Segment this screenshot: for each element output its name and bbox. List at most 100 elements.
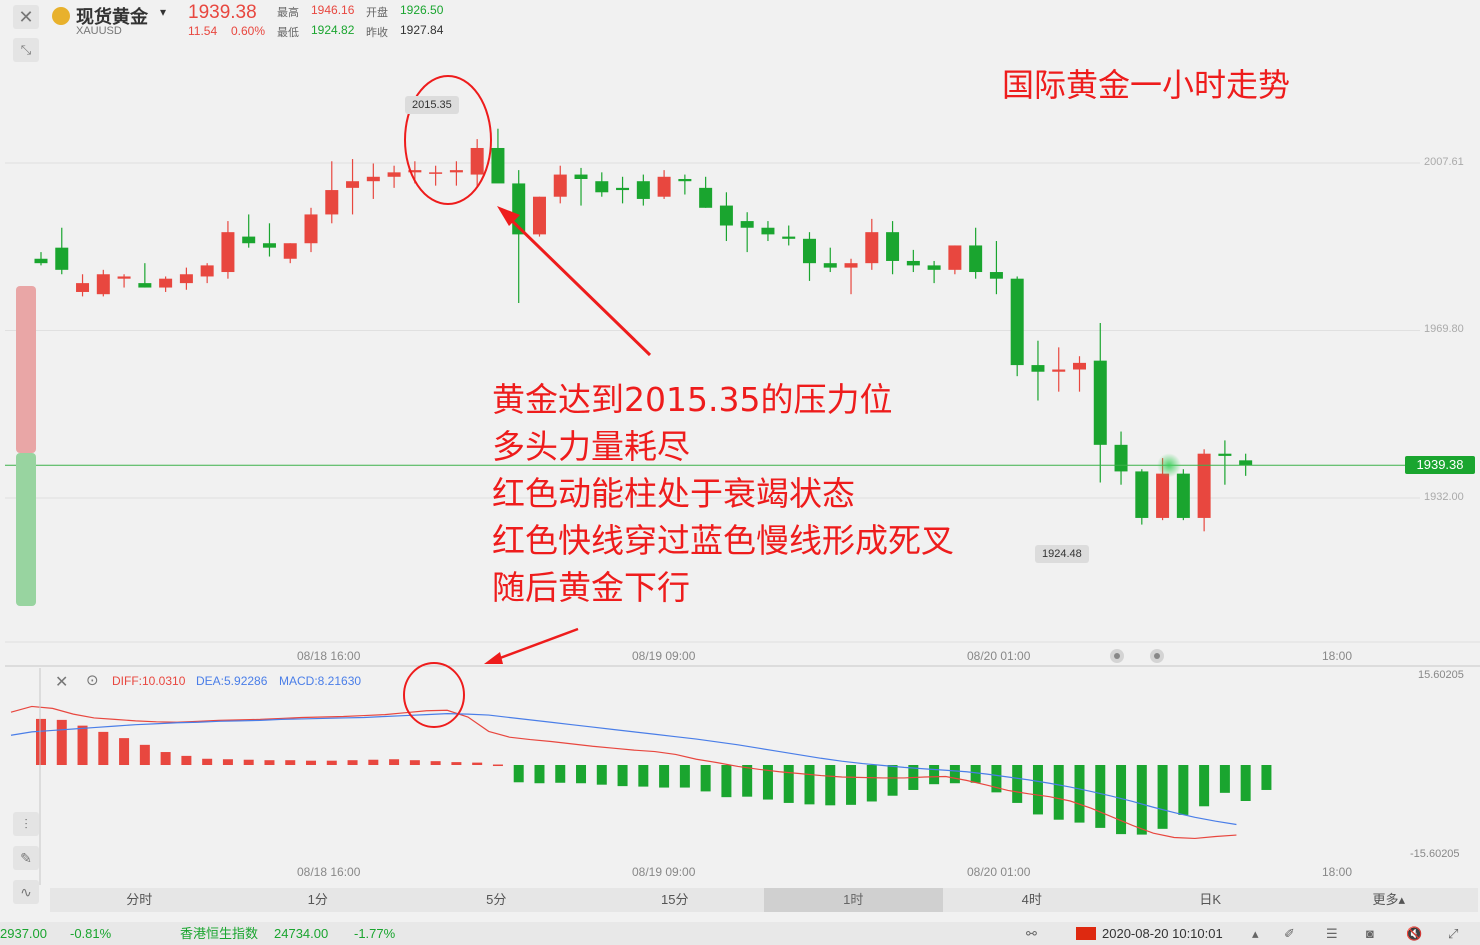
candle-body[interactable] bbox=[719, 205, 733, 226]
price-change: 11.54 bbox=[188, 24, 218, 38]
dropdown-icon[interactable]: ▴ bbox=[1252, 922, 1259, 945]
collapse-icon[interactable]: ⤡ bbox=[13, 38, 39, 62]
macd-histogram-bar bbox=[472, 762, 483, 765]
candle-body[interactable] bbox=[969, 245, 983, 273]
indicator-icon[interactable]: ⫶ bbox=[13, 812, 39, 836]
ticker-index-name[interactable]: 香港恒生指数 bbox=[180, 922, 258, 945]
china-flag-icon bbox=[1076, 927, 1096, 940]
tab-period-active[interactable]: 1时 bbox=[764, 888, 943, 912]
candle-body[interactable] bbox=[221, 232, 235, 273]
tab-period[interactable]: 4时 bbox=[943, 888, 1122, 912]
macd-close-icon[interactable]: ✕ bbox=[55, 672, 68, 692]
macd-settings-icon[interactable]: ⊙ bbox=[86, 671, 99, 689]
candle-body[interactable] bbox=[1197, 453, 1211, 518]
macd-histogram-bar bbox=[929, 765, 940, 785]
candle-body[interactable] bbox=[1135, 471, 1149, 518]
candle-body[interactable] bbox=[179, 274, 193, 284]
list-icon[interactable]: ☰ bbox=[1326, 922, 1338, 945]
candle-body[interactable] bbox=[283, 243, 297, 259]
macd-histogram-bar bbox=[306, 760, 317, 765]
annotation-arrow-main bbox=[501, 210, 652, 357]
tab-period[interactable]: 1分 bbox=[229, 888, 408, 912]
fullscreen-icon[interactable]: ⤢ bbox=[1448, 922, 1458, 945]
candle-body[interactable] bbox=[989, 272, 1003, 279]
candle-body[interactable] bbox=[532, 196, 546, 235]
macd-histogram-bar bbox=[783, 765, 794, 803]
prev-close-label: 昨收 bbox=[366, 27, 388, 39]
candle-body[interactable] bbox=[1239, 460, 1253, 466]
network-icon[interactable]: ⚯ bbox=[1026, 922, 1037, 945]
candle-body[interactable] bbox=[34, 258, 48, 264]
candle-body[interactable] bbox=[304, 214, 318, 244]
close-icon[interactable]: ✕ bbox=[13, 5, 39, 29]
candle-body[interactable] bbox=[429, 172, 443, 174]
candle-body[interactable] bbox=[117, 276, 131, 279]
annotation-line: 多头力量耗尽 bbox=[492, 427, 690, 466]
candle-body[interactable] bbox=[262, 243, 276, 248]
candle-body[interactable] bbox=[159, 278, 173, 288]
candle-body[interactable] bbox=[782, 236, 796, 239]
tab-period[interactable]: 日K bbox=[1121, 888, 1300, 912]
time-tick: 08/19 09:00 bbox=[632, 649, 696, 663]
macd-histogram-bar bbox=[1032, 765, 1043, 815]
candle-body[interactable] bbox=[1176, 473, 1190, 518]
candle-body[interactable] bbox=[96, 274, 110, 295]
draw-pencil-icon[interactable]: ✎ bbox=[13, 846, 39, 870]
candle-body[interactable] bbox=[76, 283, 90, 292]
tab-period[interactable]: 15分 bbox=[586, 888, 765, 912]
candle-body[interactable] bbox=[1073, 362, 1086, 370]
candle-body[interactable] bbox=[595, 181, 609, 193]
candle-body[interactable] bbox=[948, 245, 962, 270]
symbol-dropdown-icon[interactable]: ▾ bbox=[160, 5, 166, 19]
candle-body[interactable] bbox=[1156, 473, 1170, 518]
candle-body[interactable] bbox=[636, 181, 650, 199]
candle-body[interactable] bbox=[865, 232, 879, 264]
candle-body[interactable] bbox=[802, 238, 816, 264]
candle-body[interactable] bbox=[1010, 278, 1024, 366]
candle-body[interactable] bbox=[574, 174, 588, 179]
pen-edit-icon[interactable]: ✐ bbox=[1284, 922, 1295, 945]
mute-icon[interactable]: 🔇 bbox=[1406, 922, 1422, 945]
tab-period[interactable]: 分时 bbox=[50, 888, 229, 912]
candle-body[interactable] bbox=[844, 263, 858, 268]
macd-histogram-bar bbox=[949, 765, 960, 784]
macd-histogram-bar bbox=[866, 765, 877, 802]
candle-body[interactable] bbox=[491, 147, 505, 184]
candle-body[interactable] bbox=[1114, 444, 1128, 472]
ticker-index-value: 24734.00 bbox=[274, 926, 329, 941]
candle-body[interactable] bbox=[906, 260, 920, 266]
candle-body[interactable] bbox=[138, 283, 152, 288]
candle-body[interactable] bbox=[761, 227, 775, 235]
candle-body[interactable] bbox=[470, 147, 484, 175]
candle-body[interactable] bbox=[55, 247, 69, 270]
candle-body[interactable] bbox=[678, 178, 692, 182]
candle-body[interactable] bbox=[1031, 365, 1045, 372]
macd-histogram-bar bbox=[534, 765, 545, 784]
chart-type-icon[interactable]: ∿ bbox=[13, 880, 39, 904]
candle-body[interactable] bbox=[740, 221, 754, 228]
tab-more[interactable]: 更多▴ bbox=[1300, 888, 1479, 912]
candle-body[interactable] bbox=[1093, 360, 1107, 445]
candle-body[interactable] bbox=[242, 236, 256, 244]
candle-body[interactable] bbox=[1218, 453, 1232, 456]
candle-body[interactable] bbox=[1052, 369, 1066, 372]
time-tick: 08/20 01:00 bbox=[967, 649, 1031, 663]
candle-body[interactable] bbox=[200, 265, 214, 277]
candle-body[interactable] bbox=[346, 181, 360, 188]
candle-body[interactable] bbox=[657, 176, 671, 197]
candle-body[interactable] bbox=[886, 232, 900, 261]
macd-histogram-bar bbox=[638, 765, 649, 787]
macd-histogram-bar bbox=[1199, 765, 1210, 807]
candle-body[interactable] bbox=[449, 170, 463, 173]
camera-icon[interactable]: ◙ bbox=[1366, 922, 1374, 945]
candle-body[interactable] bbox=[366, 176, 380, 182]
candle-body[interactable] bbox=[325, 190, 339, 215]
annotation-line: 随后黄金下行 bbox=[492, 568, 690, 607]
candle-body[interactable] bbox=[616, 187, 630, 191]
candle-body[interactable] bbox=[553, 174, 567, 197]
candle-body[interactable] bbox=[927, 265, 941, 270]
candle-body[interactable] bbox=[699, 187, 713, 208]
tab-period[interactable]: 5分 bbox=[407, 888, 586, 912]
candle-body[interactable] bbox=[823, 263, 837, 268]
candle-body[interactable] bbox=[387, 172, 401, 177]
